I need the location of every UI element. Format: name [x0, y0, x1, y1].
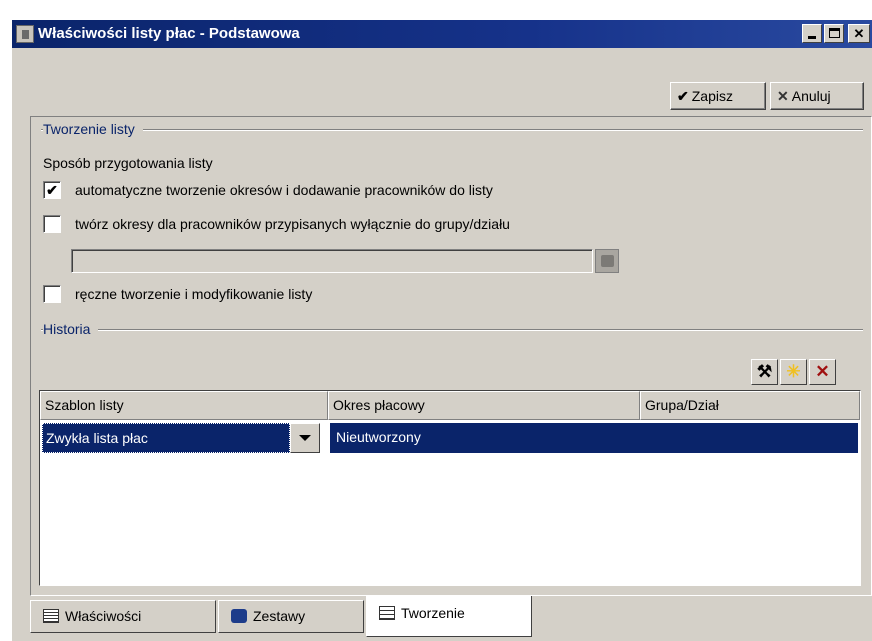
tab-creation-label: Tworzenie: [401, 605, 465, 621]
maximize-button[interactable]: [824, 24, 844, 43]
maximize-icon: [829, 28, 840, 38]
add-history-button[interactable]: ✳: [780, 359, 807, 385]
dialog-window: Właściwości listy płac - Podstawowa ✕ ✔ Z…: [10, 18, 872, 641]
title-bar[interactable]: Właściwości listy płac - Podstawowa ✕: [12, 20, 872, 48]
delete-x-icon: ✕: [815, 362, 830, 381]
chevron-down-icon: [299, 435, 311, 441]
history-group-title: Historia: [43, 321, 99, 337]
template-select[interactable]: Zwykła lista płac: [42, 423, 290, 453]
minimize-icon: [808, 36, 816, 39]
group-only-checkbox[interactable]: [43, 215, 61, 233]
new-star-icon: ✳: [786, 362, 801, 381]
group-department-field[interactable]: [71, 249, 593, 273]
cancel-label: Anuluj: [791, 88, 831, 104]
history-group-line: [41, 329, 863, 331]
creation-group-line: [41, 129, 863, 131]
close-icon: ✕: [853, 26, 865, 41]
creation-group-title: Tworzenie listy: [43, 121, 143, 137]
column-header-group[interactable]: Grupa/Dział: [640, 391, 860, 420]
manual-create-label: ręczne tworzenie i modyfikowanie listy: [75, 286, 313, 302]
tools-icon: ⚒: [756, 362, 773, 381]
app-icon: [16, 25, 34, 43]
column-header-period[interactable]: Okres płacowy: [328, 391, 640, 420]
column-header-template[interactable]: Szablon listy: [40, 391, 328, 420]
manual-create-checkbox[interactable]: [43, 285, 61, 303]
save-label: Zapisz: [691, 88, 733, 104]
period-cell[interactable]: Nieutworzony: [330, 423, 858, 453]
method-label: Sposób przygotowania listy: [43, 155, 213, 171]
window-title: Właściwości listy płac - Podstawowa: [38, 25, 300, 42]
edit-history-button[interactable]: ⚒: [751, 359, 778, 385]
template-dropdown-button[interactable]: [290, 423, 320, 453]
minimize-button[interactable]: [802, 24, 822, 43]
history-table: Szablon listy Okres płacowy Grupa/Dział …: [39, 390, 861, 586]
auto-create-checkbox[interactable]: ✔: [43, 181, 61, 199]
save-button[interactable]: ✔ Zapisz: [670, 82, 766, 110]
group-only-label: twórz okresy dla pracowników przypisanyc…: [75, 216, 510, 232]
document-icon: [379, 606, 395, 620]
cancel-x-icon: ✕: [777, 88, 789, 104]
sets-icon: [231, 609, 247, 623]
delete-history-button[interactable]: ✕: [809, 359, 836, 385]
properties-icon: [43, 609, 59, 623]
select-group-button[interactable]: [595, 249, 619, 273]
tab-content-panel: Tworzenie listy Sposób przygotowania lis…: [30, 116, 872, 596]
group-picker-icon: [601, 255, 614, 267]
tab-sets-label: Zestawy: [253, 608, 306, 624]
tab-sets[interactable]: Zestawy: [218, 600, 364, 633]
cancel-button[interactable]: ✕ Anuluj: [770, 82, 864, 110]
auto-create-label: automatyczne tworzenie okresów i dodawan…: [75, 182, 493, 198]
close-button[interactable]: ✕: [848, 24, 870, 43]
checkmark-icon: ✔: [677, 88, 689, 104]
tab-creation[interactable]: Tworzenie: [366, 596, 532, 637]
tab-properties-label: Właściwości: [65, 608, 142, 624]
tab-properties[interactable]: Właściwości: [30, 600, 216, 633]
